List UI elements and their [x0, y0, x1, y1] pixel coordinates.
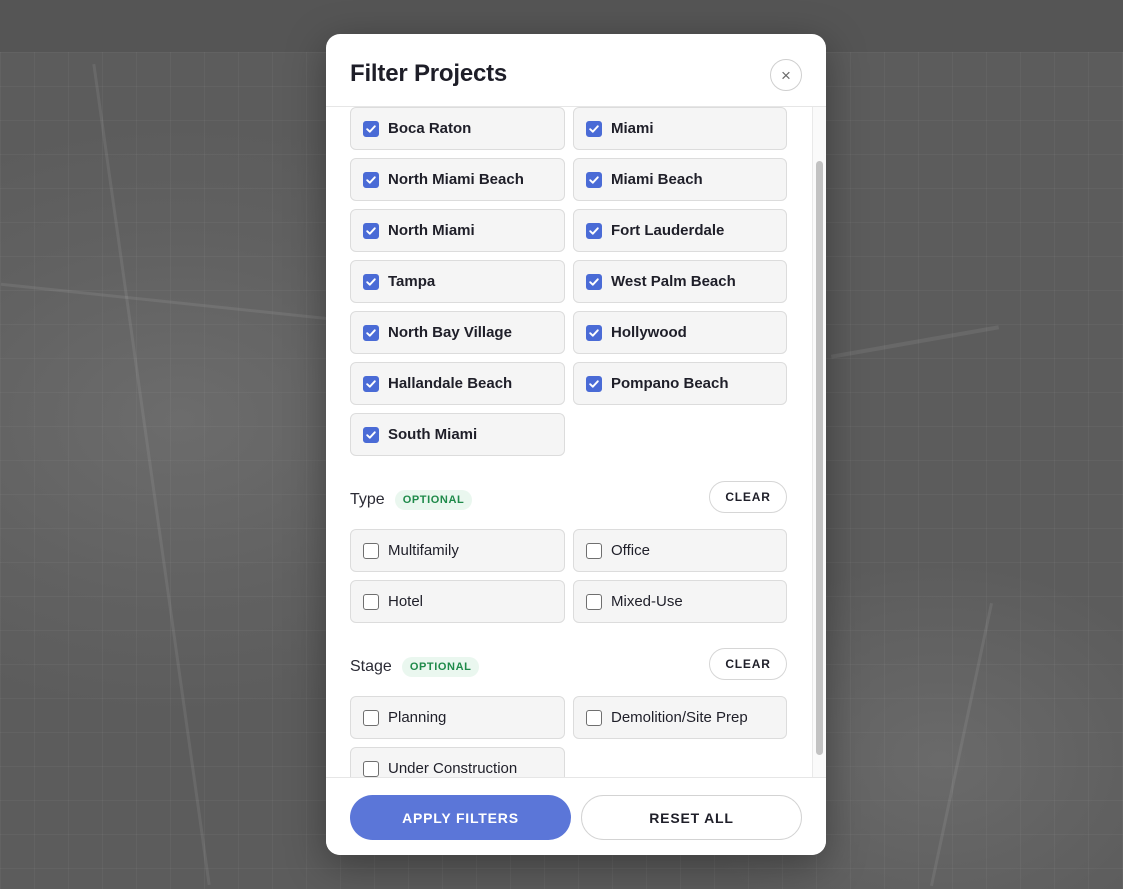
option-planning[interactable]: Planning	[350, 696, 565, 739]
reset-all-button[interactable]: RESET ALL	[581, 795, 802, 840]
stage-section-header: Stage OPTIONAL CLEAR	[350, 648, 787, 686]
option-hallandale-beach[interactable]: Hallandale Beach	[350, 362, 565, 405]
checkbox[interactable]	[586, 120, 602, 137]
option-label: Fort Lauderdale	[611, 222, 725, 239]
type-section-header: Type OPTIONAL CLEAR	[350, 481, 787, 519]
option-boca-raton[interactable]: Boca Raton	[350, 107, 565, 150]
checkbox[interactable]	[363, 542, 379, 559]
checkmark-icon	[589, 124, 599, 133]
checkmark-icon	[589, 277, 599, 286]
option-north-miami-beach[interactable]: North Miami Beach	[350, 158, 565, 201]
checkbox[interactable]	[363, 760, 379, 777]
option-label: Pompano Beach	[611, 375, 729, 392]
option-label: Hotel	[388, 593, 424, 610]
checkbox[interactable]	[363, 120, 379, 137]
modal-title: Filter Projects	[350, 60, 508, 87]
option-fort-lauderdale[interactable]: Fort Lauderdale	[573, 209, 787, 252]
checkbox[interactable]	[363, 709, 379, 726]
option-north-miami[interactable]: North Miami	[350, 209, 565, 252]
type-options: Multifamily Office Hotel Mixed-Use	[350, 529, 787, 623]
option-label: Hollywood	[611, 324, 687, 341]
apply-filters-button[interactable]: APPLY FILTERS	[350, 795, 571, 840]
location-options: Boca Raton Miami North Miami Beach Miami Be…	[350, 107, 787, 456]
option-mixed-use[interactable]: Mixed-Use	[573, 580, 787, 623]
checkmark-icon	[366, 430, 376, 439]
option-hollywood[interactable]: Hollywood	[573, 311, 787, 354]
option-label: Miami	[611, 120, 654, 137]
option-demolition-site-prep[interactable]: Demolition/Site Prep	[573, 696, 787, 739]
option-label: Boca Raton	[388, 120, 472, 137]
option-multifamily[interactable]: Multifamily	[350, 529, 565, 572]
close-button[interactable]: ×	[770, 59, 802, 91]
option-label: Planning	[388, 709, 447, 726]
modal-footer: APPLY FILTERS RESET ALL	[326, 777, 826, 855]
option-pompano-beach[interactable]: Pompano Beach	[573, 362, 787, 405]
option-label: Mixed-Use	[611, 593, 683, 610]
scrollbar-thumb[interactable]	[816, 161, 823, 755]
checkmark-icon	[366, 226, 376, 235]
option-north-bay-village[interactable]: North Bay Village	[350, 311, 565, 354]
type-optional-badge: OPTIONAL	[394, 490, 473, 510]
checkbox[interactable]	[586, 273, 602, 290]
type-clear-button[interactable]: CLEAR	[709, 481, 787, 513]
option-label: Multifamily	[388, 542, 459, 559]
option-label: West Palm Beach	[611, 273, 736, 290]
option-label: Tampa	[388, 273, 436, 290]
checkbox[interactable]	[586, 324, 602, 341]
option-tampa[interactable]: Tampa	[350, 260, 565, 303]
stage-optional-badge: OPTIONAL	[401, 657, 480, 677]
option-miami[interactable]: Miami	[573, 107, 787, 150]
stage-clear-button[interactable]: CLEAR	[709, 648, 787, 680]
checkbox[interactable]	[363, 375, 379, 392]
checkbox[interactable]	[363, 222, 379, 239]
checkbox[interactable]	[586, 593, 602, 610]
checkbox[interactable]	[586, 709, 602, 726]
option-west-palm-beach[interactable]: West Palm Beach	[573, 260, 787, 303]
option-label: North Miami	[388, 222, 475, 239]
option-label: Demolition/Site Prep	[611, 709, 748, 726]
option-south-miami[interactable]: South Miami	[350, 413, 565, 456]
option-label: Under Construction	[388, 760, 518, 777]
checkmark-icon	[366, 175, 376, 184]
option-office[interactable]: Office	[573, 529, 787, 572]
checkbox[interactable]	[363, 593, 379, 610]
modal-header: Filter Projects ×	[326, 34, 826, 107]
scrollbar[interactable]	[812, 107, 826, 777]
checkmark-icon	[366, 379, 376, 388]
checkmark-icon	[589, 226, 599, 235]
modal-body[interactable]: Boca Raton Miami North Miami Beach Miami Be…	[326, 107, 826, 777]
option-label: South Miami	[388, 426, 478, 443]
checkbox[interactable]	[363, 171, 379, 188]
option-label: Hallandale Beach	[388, 375, 513, 392]
option-label: North Miami Beach	[388, 171, 524, 188]
filter-content: Boca Raton Miami North Miami Beach Miami Be…	[350, 107, 787, 777]
option-label: North Bay Village	[388, 324, 512, 341]
checkbox[interactable]	[586, 222, 602, 239]
stage-options: Planning Demolition/Site Prep Under Constr…	[350, 696, 787, 777]
type-section-title: Type	[350, 491, 385, 508]
checkmark-icon	[589, 328, 599, 337]
option-miami-beach[interactable]: Miami Beach	[573, 158, 787, 201]
filter-modal: Filter Projects × Boca Raton Miami North M…	[326, 34, 826, 855]
checkbox[interactable]	[363, 273, 379, 290]
checkbox[interactable]	[586, 375, 602, 392]
checkmark-icon	[589, 175, 599, 184]
close-icon: ×	[781, 65, 791, 85]
option-label: Miami Beach	[611, 171, 703, 188]
stage-section-title: Stage	[350, 658, 392, 675]
checkbox[interactable]	[363, 324, 379, 341]
option-hotel[interactable]: Hotel	[350, 580, 565, 623]
option-under-construction[interactable]: Under Construction	[350, 747, 565, 777]
checkbox[interactable]	[586, 542, 602, 559]
checkmark-icon	[366, 277, 376, 286]
option-label: Office	[611, 542, 650, 559]
checkmark-icon	[589, 379, 599, 388]
checkmark-icon	[366, 328, 376, 337]
checkbox[interactable]	[363, 426, 379, 443]
checkbox[interactable]	[586, 171, 602, 188]
checkmark-icon	[366, 124, 376, 133]
